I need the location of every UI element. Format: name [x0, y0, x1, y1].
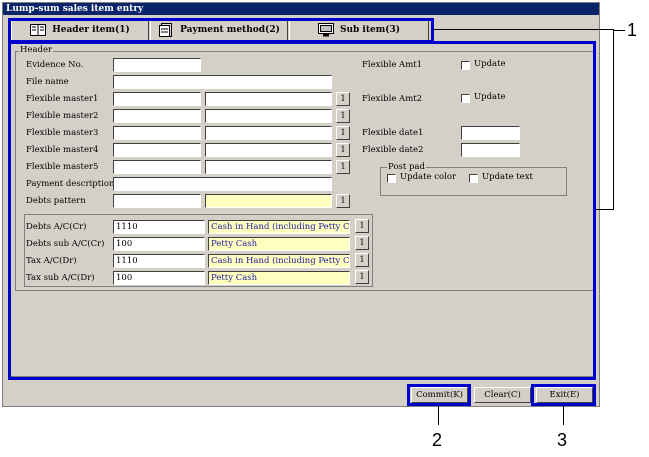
callout-number-2: 2	[432, 430, 443, 450]
window-title: Lump-sum sales item entry	[3, 3, 599, 15]
callout-line-3	[563, 406, 564, 425]
callout-number-1: 1	[627, 20, 638, 40]
callout-box-panel	[8, 41, 596, 380]
callout-box-tabs	[8, 18, 434, 43]
callout-line-1-leader	[613, 30, 625, 31]
callout-box-commit	[407, 384, 471, 406]
callout-box-exit	[531, 384, 596, 406]
callout-line-1-top	[433, 29, 613, 30]
callout-line-1-vertical	[613, 29, 614, 210]
callout-number-3: 3	[557, 430, 568, 450]
clear-button[interactable]: Clear(C)	[474, 387, 531, 403]
callout-line-2	[438, 406, 439, 425]
callout-line-1-bottom	[596, 209, 613, 210]
